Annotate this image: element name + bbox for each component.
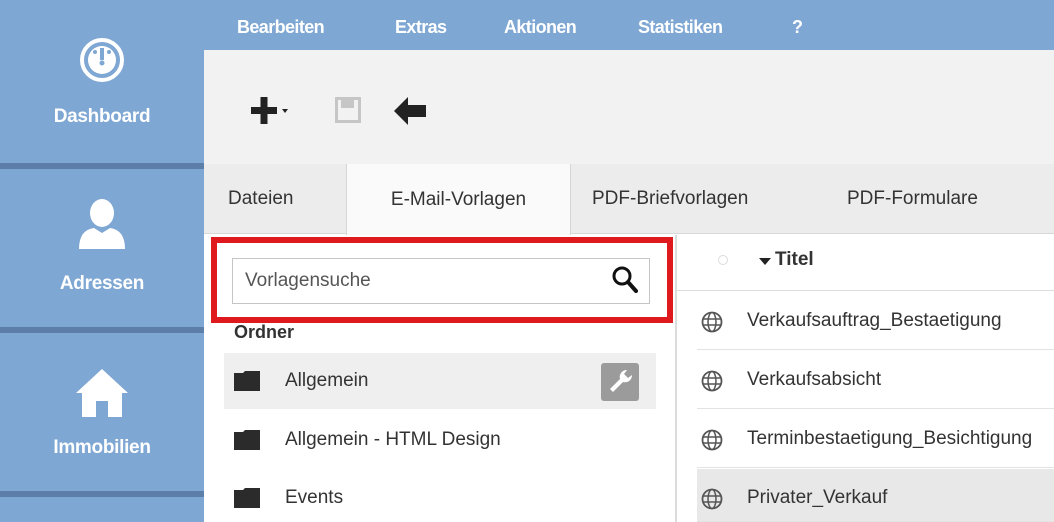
globe-icon [701,429,723,451]
house-icon [76,369,128,417]
folder-item-allgemein-html[interactable]: Allgemein - HTML Design [224,412,656,468]
sort-desc-icon[interactable] [759,258,771,266]
sidebar-item-label: Immobilien [53,437,151,458]
sidebar: Dashboard Adressen Immobilien [0,0,204,522]
folder-settings-button[interactable] [601,363,639,401]
save-icon[interactable] [335,97,361,123]
list-item[interactable]: Privater_Verkauf [697,469,1054,522]
list-item[interactable]: Verkaufsauftrag_Bestaetigung [697,292,1054,350]
tab-dateien[interactable]: Dateien [228,164,294,234]
sidebar-item-more[interactable] [0,497,204,522]
tab-bar: Dateien E-Mail-Vorlagen PDF-Briefvorlage… [204,164,1054,235]
toolbar [204,50,1054,164]
folder-item-allgemein[interactable]: Allgemein [224,353,656,409]
menu-bearbeiten[interactable]: Bearbeiten [237,17,325,38]
dashboard-gauge-icon [80,38,124,82]
tab-pdf-briefvorlagen[interactable]: PDF-Briefvorlagen [592,164,748,234]
sidebar-item-dashboard[interactable]: Dashboard [0,0,204,163]
list-item[interactable]: Terminbestaetigung_Besichtigung [697,410,1054,468]
menu-help[interactable]: ? [792,17,803,38]
globe-icon [701,488,723,510]
person-icon [79,199,125,249]
add-dropdown-icon[interactable] [251,96,291,126]
folder-item-events[interactable]: Events [224,470,656,522]
column-header-titel[interactable]: Titel [775,249,814,271]
sidebar-item-immobilien[interactable]: Immobilien [0,333,204,491]
menu-extras[interactable]: Extras [395,17,447,38]
select-all-checkbox[interactable] [718,255,728,265]
menu-statistiken[interactable]: Statistiken [638,17,723,38]
folder-icon [234,371,260,391]
tab-email-vorlagen[interactable]: E-Mail-Vorlagen [346,164,571,235]
menu-aktionen[interactable]: Aktionen [504,17,577,38]
list-item[interactable]: Verkaufsabsicht [697,351,1054,409]
back-arrow-icon[interactable] [394,97,426,125]
sidebar-item-label: Dashboard [53,106,151,127]
globe-icon [701,370,723,392]
folder-icon [234,430,260,450]
sidebar-item-adressen[interactable]: Adressen [0,169,204,327]
tab-pdf-formulare[interactable]: PDF-Formulare [847,164,978,234]
menu-bar: Bearbeiten Extras Aktionen Statistiken ? [204,0,1054,50]
search-input[interactable] [232,258,650,304]
globe-icon [701,311,723,333]
folder-icon [234,488,260,508]
folder-heading: Ordner [234,322,295,342]
search-icon[interactable] [612,266,638,294]
list-header [677,235,1054,291]
sidebar-item-label: Adressen [59,273,145,294]
wrench-icon [610,369,633,392]
